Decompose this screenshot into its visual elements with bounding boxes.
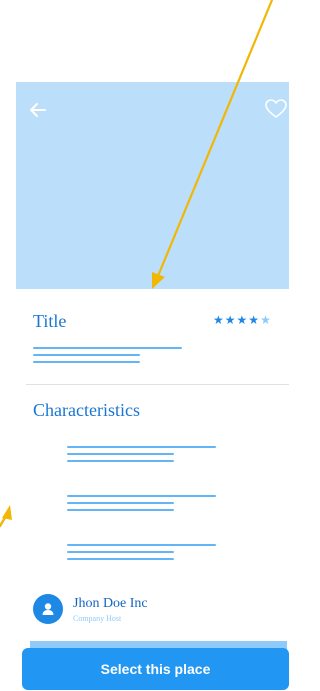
text-line [67,558,174,560]
host-role: Company Host [73,614,122,623]
star-icon: ★ [248,313,261,327]
text-line [67,495,216,497]
star-icon: ★ [224,313,237,327]
hero-image-placeholder [16,82,289,289]
text-line [67,509,174,511]
favorite-button[interactable] [265,99,287,119]
arrow-left-icon [30,103,46,117]
text-line [67,502,174,504]
text-line [67,460,174,462]
text-line [67,551,174,553]
characteristics-heading: Characteristics [33,400,140,420]
rating-stars: ★★★★★ [213,313,272,327]
annotation-arrowhead [2,505,12,520]
text-line [67,446,216,448]
text-line [33,354,140,356]
star-icon: ★ [213,313,225,327]
star-icon: ★ [236,313,249,327]
host-name: Jhon Doe Inc [73,596,148,611]
person-icon [42,603,54,615]
text-line [33,361,140,363]
annotation-arrow-line [0,514,8,528]
place-title: Title [33,311,67,331]
host-avatar [33,594,63,624]
text-line [33,347,182,349]
star-icon: ★ [260,313,272,327]
heart-outline-icon [265,99,287,118]
text-line [67,544,216,546]
text-line [67,453,174,455]
back-button[interactable] [28,100,48,120]
select-place-button[interactable]: Select this place [22,648,289,690]
section-divider [26,384,289,385]
